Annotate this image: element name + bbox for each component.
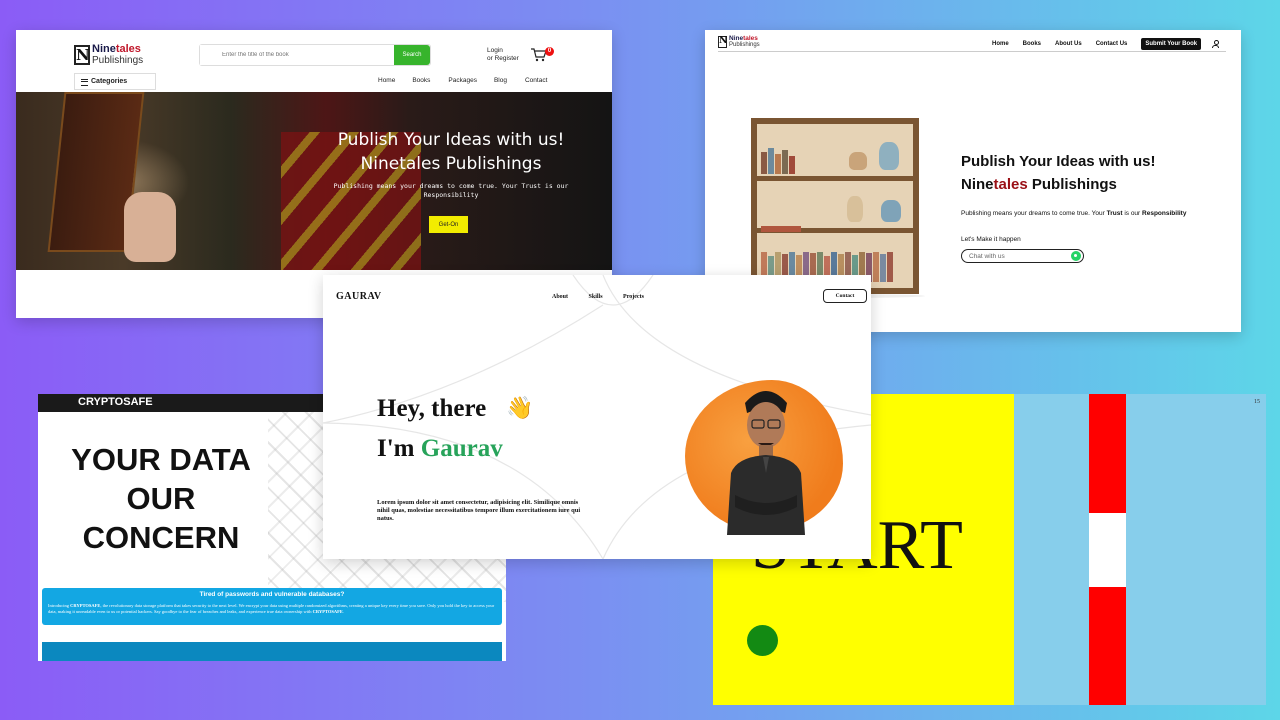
headline-nine: Nine bbox=[961, 176, 994, 193]
hero-title-line-2: Ninetales Publishings bbox=[360, 154, 542, 174]
cryptosafe-headline: YOUR DATA OUR CONCERN bbox=[38, 440, 284, 557]
logo-mark: N bbox=[74, 44, 90, 65]
nav-contact[interactable]: Contact bbox=[525, 77, 547, 84]
whatsapp-icon[interactable] bbox=[1071, 251, 1081, 261]
hero-subtitle-line-2: Responsibility bbox=[423, 191, 479, 199]
hero-banner bbox=[16, 92, 612, 270]
logo-nine: Nine bbox=[729, 35, 744, 42]
intro-paragraph: Lorem ipsum dolor sit amet consectetur, … bbox=[377, 499, 581, 522]
nav-skills[interactable]: Skills bbox=[589, 294, 603, 300]
nav-home[interactable]: Home bbox=[378, 77, 395, 84]
logo-nine: Nine bbox=[92, 43, 116, 55]
score-counter: 15 bbox=[1254, 399, 1260, 405]
book-search-input[interactable] bbox=[200, 45, 394, 65]
headline-tales: tales bbox=[993, 176, 1028, 193]
bookshelf-illustration bbox=[751, 118, 919, 294]
info-brand-2: CRYPTOSAFE bbox=[312, 609, 343, 614]
cart-count-badge: 0 bbox=[545, 47, 554, 56]
chat-with-us-field[interactable]: Chat with us bbox=[961, 249, 1084, 263]
nav-about[interactable]: About bbox=[552, 294, 568, 300]
header-divider bbox=[718, 51, 1226, 52]
pipe-top bbox=[1089, 394, 1126, 513]
nav-books[interactable]: Books bbox=[1023, 41, 1041, 47]
shelf-board bbox=[757, 176, 913, 181]
pipe-bottom bbox=[1089, 587, 1126, 705]
main-nav: Home Books About Us Contact Us Submit Yo… bbox=[992, 38, 1233, 50]
logo-mark: N bbox=[718, 35, 728, 48]
portfolio-screenshot: GAURAV About Skills Projects Contact Hey… bbox=[323, 275, 871, 559]
login-register-link[interactable]: Login or Register bbox=[487, 47, 519, 63]
categories-label: Categories bbox=[91, 78, 128, 85]
headline-line-2: OUR bbox=[126, 481, 196, 516]
nav-about-us[interactable]: About Us bbox=[1055, 41, 1082, 47]
book-row bbox=[761, 144, 795, 174]
vase bbox=[847, 196, 863, 222]
hero-subtitle-line-1: Publishing means your dreams to come tru… bbox=[333, 182, 569, 190]
logo-tales: tales bbox=[743, 35, 758, 42]
info-band-title: Tired of passwords and vulnerable databa… bbox=[199, 591, 345, 598]
logo-tales: tales bbox=[115, 43, 141, 55]
info-body: , the revolutionary data storage platfor… bbox=[48, 603, 495, 614]
ninetales-logo[interactable]: N Ninetales Publishings bbox=[74, 43, 143, 66]
login-label: Login bbox=[487, 47, 503, 54]
logo-publishings: Publishings bbox=[729, 42, 760, 48]
hero-subtitle: Publishing means your dreams to come tru… bbox=[326, 182, 576, 200]
intro-name: Gaurav bbox=[420, 435, 503, 462]
lets-make-it-happen: Let's Make it happen bbox=[961, 236, 1021, 243]
user-icon[interactable] bbox=[1212, 40, 1220, 48]
nav-books[interactable]: Books bbox=[412, 77, 430, 84]
contact-button[interactable]: Contact bbox=[823, 289, 867, 303]
search-button[interactable]: Search bbox=[394, 45, 430, 65]
pipe-gap bbox=[1089, 513, 1126, 587]
desc-pre: Publishing means your dreams to come tru… bbox=[961, 210, 1107, 217]
vase bbox=[881, 200, 901, 222]
info-end: . bbox=[342, 609, 345, 614]
headline-line-3: CONCERN bbox=[82, 520, 240, 555]
cryptosafe-brand[interactable]: CRYPTOSAFE bbox=[78, 396, 153, 408]
portfolio-brand[interactable]: GAURAV bbox=[336, 291, 382, 302]
info-brand: CRYPTOSAFE bbox=[70, 603, 101, 608]
ninetales-logo[interactable]: N Ninetales Publishings bbox=[718, 35, 760, 48]
desc-mid: is our bbox=[1122, 210, 1143, 217]
nav-projects[interactable]: Projects bbox=[623, 294, 644, 300]
footer-band bbox=[42, 642, 502, 661]
intro-im: I'm bbox=[377, 435, 421, 462]
headline-publishings: Publishings bbox=[1027, 176, 1117, 193]
logo-publishings: Publishings bbox=[92, 55, 144, 66]
hero-title: Publish Your Ideas with us! Ninetales Pu… bbox=[316, 128, 586, 176]
submit-your-book-button[interactable]: Submit Your Book bbox=[1141, 38, 1202, 50]
categories-button[interactable]: Categories bbox=[74, 73, 156, 90]
book-stack bbox=[761, 202, 801, 232]
nav-home[interactable]: Home bbox=[992, 41, 1009, 47]
shelf-description: Publishing means your dreams to come tru… bbox=[961, 210, 1186, 217]
vase bbox=[849, 152, 867, 170]
nav-packages[interactable]: Packages bbox=[448, 77, 477, 84]
nav-contact-us[interactable]: Contact Us bbox=[1096, 41, 1128, 47]
waving-hand-icon: 👋 bbox=[506, 395, 534, 420]
shelf-headline-line-1: Publish Your Ideas with us! bbox=[961, 153, 1156, 170]
greeting: Hey, there bbox=[377, 395, 487, 422]
nav-blog[interactable]: Blog bbox=[494, 77, 507, 84]
main-nav: Home Books Packages Blog Contact bbox=[378, 77, 547, 84]
shelf-headline: Publish Your Ideas with us! Ninetales Pu… bbox=[961, 150, 1155, 196]
info-intro: Introducing bbox=[48, 603, 71, 608]
register-label: or Register bbox=[487, 55, 519, 62]
desc-responsibility: Responsibility bbox=[1142, 210, 1187, 217]
hero-title-line-1: Publish Your Ideas with us! bbox=[337, 130, 565, 150]
intro-line: I'm Gaurav bbox=[377, 435, 503, 463]
desc-trust: Trust bbox=[1106, 210, 1123, 217]
book-search: Search bbox=[199, 44, 431, 66]
shelf-headline-line-2: Ninetales Publishings bbox=[961, 173, 1155, 196]
info-band: Tired of passwords and vulnerable databa… bbox=[42, 588, 502, 625]
get-on-button[interactable]: Get-On bbox=[429, 216, 468, 233]
headline-line-1: YOUR DATA bbox=[71, 442, 251, 477]
hero-hand-image bbox=[124, 192, 176, 262]
portfolio-nav: About Skills Projects bbox=[552, 294, 663, 300]
chat-placeholder: Chat with us bbox=[969, 253, 1005, 260]
vase bbox=[879, 142, 899, 170]
profile-photo bbox=[727, 391, 805, 535]
info-band-text: Introducing CRYPTOSAFE, the revolutionar… bbox=[48, 603, 496, 615]
player-ball bbox=[747, 625, 778, 656]
